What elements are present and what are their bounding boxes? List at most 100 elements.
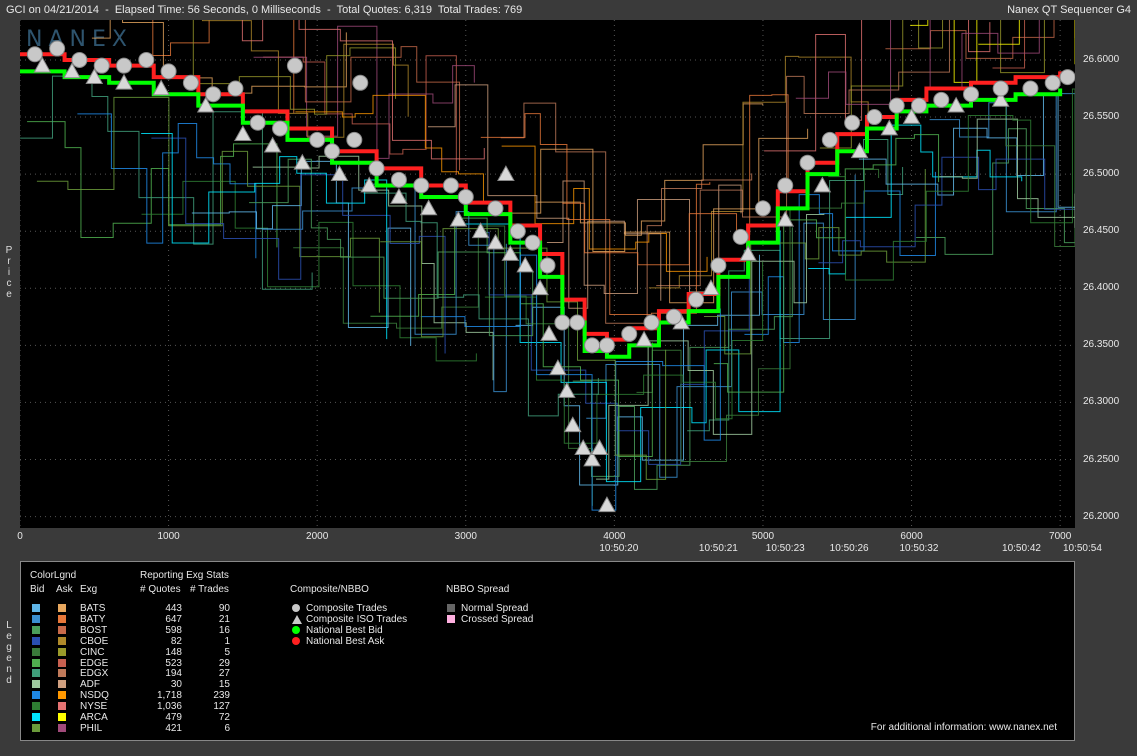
composite-iso-trade-marker <box>598 496 616 513</box>
y-tick-label: 26.4000 <box>1083 282 1120 294</box>
composite-trade-marker <box>643 314 660 331</box>
exchange-bid-line <box>151 137 446 354</box>
exchange-bid-line <box>979 98 1075 248</box>
legend-ask-swatch <box>58 702 66 711</box>
legend-composite-icon <box>292 604 300 612</box>
legend-composite-item: National Best Bid <box>306 625 383 636</box>
composite-iso-trade-marker <box>390 187 408 204</box>
y-tick-label: 26.5000 <box>1083 168 1120 180</box>
legend-iso-trade-icon <box>292 615 302 624</box>
legend-composite-icon <box>292 626 300 634</box>
exchange-ask-line <box>978 20 1075 65</box>
legend-exchange-name: EDGE <box>80 657 109 669</box>
legend-ask-swatch <box>58 625 66 634</box>
composite-trade-marker <box>732 228 749 245</box>
legend-spread-item: Crossed Spread <box>461 614 534 625</box>
composite-iso-trade-marker <box>263 136 282 153</box>
composite-trade-marker <box>962 86 979 103</box>
legend-exchange-trades: 72 <box>218 712 230 723</box>
composite-trade-marker <box>688 291 705 308</box>
composite-trade-marker <box>457 188 474 205</box>
composite-iso-trade-marker <box>497 165 515 182</box>
exchange-bid-line <box>484 261 764 444</box>
y-tick-label: 26.3500 <box>1083 339 1120 351</box>
national-best-ask-line <box>20 52 1063 342</box>
price-chart: NANEX <box>20 20 1075 528</box>
legend-ask-swatch <box>58 680 66 689</box>
legend-exchange-name: EDGX <box>80 668 109 680</box>
composite-iso-trade-marker <box>234 125 252 142</box>
x-time-label: 10:50:20 <box>599 543 639 554</box>
composite-trade-marker <box>346 131 363 148</box>
legend-composite-title: Composite/NBBO <box>290 584 369 595</box>
composite-trade-marker <box>754 200 771 217</box>
composite-trade-marker <box>160 63 177 80</box>
y-tick-label: 26.5500 <box>1083 111 1120 123</box>
legend-spread-swatch <box>447 604 455 612</box>
legend-exchange-trades: 90 <box>218 603 230 614</box>
legend-ask-swatch <box>58 713 66 721</box>
composite-trade-marker <box>487 200 504 217</box>
composite-trade-marker <box>1044 74 1061 91</box>
composite-trade-marker <box>621 325 638 342</box>
composite-iso-trade-marker <box>574 439 593 455</box>
legend-exchange-trades: 29 <box>218 657 230 669</box>
legend-exchange-name: NYSE <box>80 701 108 713</box>
exchange-ask-line <box>910 20 978 83</box>
legend-ask-swatch <box>58 636 66 645</box>
composite-trade-marker <box>777 177 794 194</box>
legend-bid-swatch <box>32 680 40 689</box>
legend-col-exg: Exg <box>80 584 98 595</box>
legend-exchange-quotes: 30 <box>170 679 182 691</box>
legend-exchange-trades: 127 <box>213 701 230 713</box>
composite-trade-marker <box>390 171 407 188</box>
legend-exchange-name: CINC <box>80 646 105 658</box>
legend-col-ask: Ask <box>56 584 73 595</box>
legend-bid-swatch <box>32 669 40 678</box>
composite-iso-trade-marker <box>531 279 549 296</box>
composite-trade-marker <box>1059 69 1075 86</box>
legend-bid-swatch <box>32 723 40 732</box>
composite-iso-trade-marker <box>330 165 349 182</box>
legend-exchange-quotes: 479 <box>165 712 182 723</box>
composite-trade-marker <box>554 314 571 331</box>
legend-side-label: Legend <box>6 620 12 686</box>
x-tick-label: 5000 <box>751 531 775 542</box>
x-tick-label: 3000 <box>454 531 477 542</box>
chart-header: GCI on 04/21/2014 - Elapsed Time: 56 Sec… <box>0 0 1137 20</box>
legend-col-trades: # Trades <box>190 584 229 595</box>
legend-exchange-quotes: 598 <box>165 624 182 636</box>
legend-composite-icon <box>292 637 300 645</box>
x-time-label: 10:50:23 <box>765 543 805 554</box>
composite-trade-marker <box>539 257 556 274</box>
legend-exchange-quotes: 1,718 <box>156 690 182 702</box>
composite-trade-marker <box>598 337 615 354</box>
y-tick-label: 26.2000 <box>1083 510 1120 522</box>
exchange-ask-line <box>764 20 991 152</box>
legend-ask-swatch <box>58 669 66 678</box>
composite-iso-trade-marker <box>486 233 505 250</box>
legend-exchange-name: CBOE <box>80 635 109 647</box>
composite-trade-marker <box>309 131 326 148</box>
legend-exchange-trades: 1 <box>224 635 230 647</box>
legend-stats-title: Reporting Exg Stats <box>140 570 229 581</box>
composite-trade-marker <box>866 109 883 126</box>
y-tick-label: 26.4500 <box>1083 225 1120 237</box>
legend-title: ColorLgnd <box>30 570 77 581</box>
legend-exchange-trades: 239 <box>213 690 230 702</box>
legend-exchange-trades: 15 <box>218 679 230 691</box>
composite-trade-marker <box>710 257 727 274</box>
legend-spread-title: NBBO Spread <box>446 584 510 595</box>
composite-trade-marker <box>138 51 155 68</box>
exchange-ask-line <box>480 113 711 316</box>
x-time-label: 10:50:42 <box>1002 543 1041 554</box>
legend-exchange-name: ADF <box>80 679 100 691</box>
composite-trade-marker <box>352 74 369 91</box>
legend-bid-swatch <box>32 604 40 612</box>
composite-trade-marker <box>569 314 586 331</box>
composite-trade-marker <box>524 234 541 251</box>
legend-composite-item: Composite Trades <box>306 603 388 614</box>
legend-bid-swatch <box>32 647 40 656</box>
legend-exchange-quotes: 647 <box>165 613 182 625</box>
composite-trade-marker <box>71 51 88 68</box>
